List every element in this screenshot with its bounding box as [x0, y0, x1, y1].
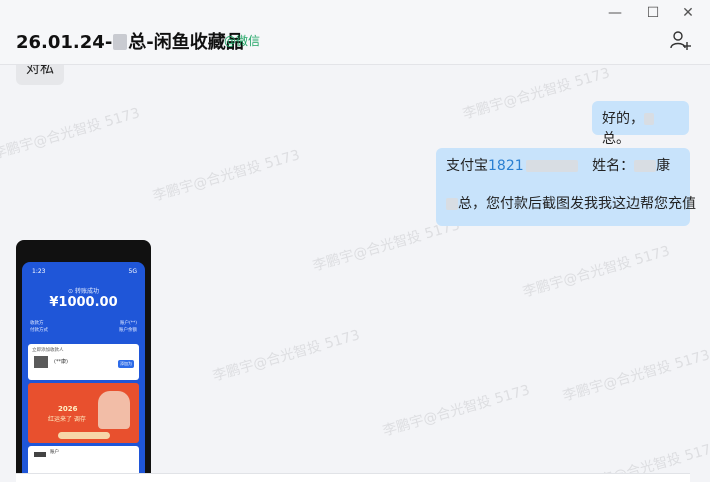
- payment-line-2: 总，您付款后截图发我我这边帮您充值: [446, 194, 696, 214]
- account-title: 账户: [50, 450, 59, 455]
- minimize-icon: —: [608, 5, 622, 21]
- chat-title-prefix: 26.01.24-: [16, 32, 113, 53]
- payment-instruction: 总，您付款后截图发我我这边帮您充值: [458, 196, 696, 212]
- image-message[interactable]: 1:23 5G ⊙ 转账成功 ¥1000.00 收款方 账户(**) 付款方式 账户…: [16, 240, 151, 481]
- message-list[interactable]: 李鹏宇@合光智投 5173 李鹏宇@合光智投 5173 李鹏宇@合光智投 517…: [0, 65, 710, 481]
- chat-title: 26.01.24- 总-闲鱼收藏品: [16, 28, 244, 54]
- name-label: 姓名：: [592, 158, 635, 174]
- row-value: 账户(**): [119, 321, 137, 326]
- promo-figure: [98, 391, 130, 429]
- row-label: 付款方式: [30, 328, 48, 333]
- phone-status-bar: 1:23 5G: [22, 268, 145, 278]
- add-member-icon: [670, 31, 691, 50]
- watermark: 李鹏宇@合光智投 5173: [461, 65, 612, 123]
- message-text-suffix: 总。: [602, 131, 630, 147]
- recipient-avatar: [34, 356, 48, 368]
- redaction-block: [113, 34, 128, 50]
- outgoing-message-payment[interactable]: 支付宝1821 姓名： 康 总，您付款后截图发我我这边帮您充值: [436, 148, 696, 226]
- wechat-tag: @微信: [224, 34, 261, 48]
- message-text-prefix: 好的，: [602, 111, 644, 127]
- row-label: 收款方: [30, 321, 44, 326]
- promo-year: 2026: [58, 405, 78, 413]
- recipient-name: (**康): [54, 359, 68, 365]
- transfer-details: 收款方 账户(**) 付款方式 账户余额: [30, 320, 137, 334]
- status-battery: 5G: [128, 268, 137, 275]
- title-bar: 26.01.24- 总-闲鱼收藏品 @微信 — ☐ ✕: [0, 0, 710, 65]
- maximize-icon: ☐: [646, 5, 660, 21]
- recipient-card: 立即添加收款人 (**康) 添加为: [28, 344, 139, 380]
- incoming-message[interactable]: 对私: [16, 65, 64, 85]
- account-logo: [34, 452, 46, 457]
- minimize-button[interactable]: —: [602, 4, 628, 22]
- redaction-block: [634, 160, 657, 172]
- alipay-number[interactable]: 1821: [488, 158, 524, 174]
- row-value: 账户余额: [119, 328, 137, 333]
- redaction-block: [525, 160, 578, 172]
- recipient-card-title: 立即添加收款人: [32, 348, 64, 353]
- close-button[interactable]: ✕: [675, 4, 701, 22]
- add-member-button[interactable]: [668, 28, 692, 52]
- transfer-success-text: ⊙ 转账成功: [68, 288, 99, 295]
- watermark: 李鹏宇@合光智投 5173: [381, 382, 532, 440]
- promo-banner: 2026 红运来了 调存: [28, 383, 139, 443]
- watermark: 李鹏宇@合光智投 5173: [561, 347, 710, 405]
- watermark: 李鹏宇@合光智投 5173: [521, 243, 672, 301]
- watermark: 李鹏宇@合光智投 5173: [151, 147, 302, 205]
- alipay-label: 支付宝: [446, 158, 488, 174]
- promo-pill: [58, 432, 110, 439]
- watermark: 李鹏宇@合光智投 5173: [0, 105, 142, 163]
- maximize-button[interactable]: ☐: [640, 4, 666, 22]
- close-icon: ✕: [682, 5, 694, 21]
- payment-screenshot: 1:23 5G ⊙ 转账成功 ¥1000.00 收款方 账户(**) 付款方式 账户…: [22, 262, 145, 481]
- status-time: 1:23: [32, 268, 46, 275]
- transfer-amount: ¥1000.00: [49, 295, 118, 310]
- watermark: 李鹏宇@合光智投 5173: [211, 327, 362, 385]
- payment-line-1: 支付宝1821 姓名： 康: [446, 156, 680, 176]
- outgoing-message[interactable]: 好的， 总。: [592, 101, 689, 147]
- message-text: 对私: [26, 65, 54, 77]
- redaction-block: [446, 198, 458, 210]
- recipient-add-button: 添加为: [118, 360, 134, 368]
- promo-subtitle: 红运来了 调存: [48, 416, 86, 423]
- redaction-block: [644, 113, 654, 125]
- name-char: 康: [656, 158, 671, 174]
